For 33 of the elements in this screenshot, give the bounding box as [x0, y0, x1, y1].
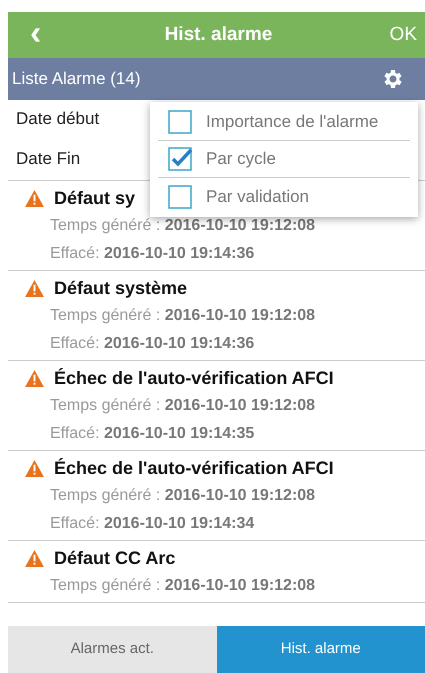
menu-option[interactable]: Par validation	[158, 178, 410, 215]
tab[interactable]: Alarmes act.	[8, 626, 216, 673]
filter-label[interactable]: Date début	[16, 109, 100, 128]
filter-label[interactable]: Date Fin	[16, 149, 80, 168]
checkbox[interactable]	[168, 184, 192, 208]
warning-icon	[25, 190, 44, 207]
alarm-title: Défaut système	[54, 277, 188, 300]
back-button[interactable]: ‹	[8, 16, 56, 54]
warning-icon	[25, 280, 44, 297]
alarm-detail: Effacé: 2016-10-10 19:14:36	[50, 245, 254, 262]
ok-button[interactable]: OK	[382, 20, 425, 50]
menu-option[interactable]: Importance de l'alarme	[158, 104, 410, 141]
alarm-title: Échec de l'auto-vérification AFCI	[54, 457, 334, 480]
screen-title: Hist. alarme	[164, 24, 272, 45]
warning-icon	[25, 460, 44, 477]
alarm-detail: Temps généré : 2016-10-10 19:12:08	[50, 307, 316, 324]
alarm-detail: Temps généré : 2016-10-10 19:12:08	[50, 397, 316, 414]
warning-icon	[25, 370, 44, 387]
alarm-detail: Temps généré : 2016-10-10 19:12:08	[50, 487, 316, 504]
checkbox[interactable]	[168, 110, 192, 134]
checkbox[interactable]	[168, 147, 192, 171]
list-title: Liste Alarme (14)	[12, 68, 140, 90]
alarm-title: Échec de l'auto-vérification AFCI	[54, 367, 334, 390]
alarm-title: Défaut CC Arc	[54, 547, 176, 570]
menu-option[interactable]: Par cycle	[158, 141, 410, 178]
alarm-detail: Temps généré : 2016-10-10 19:12:08	[50, 577, 316, 594]
alarm-detail: Effacé: 2016-10-10 19:14:34	[50, 515, 254, 532]
alarm-title: Défaut sy	[54, 187, 136, 210]
warning-icon	[25, 550, 44, 567]
tab[interactable]: Hist. alarme	[216, 626, 425, 673]
alarm-detail: Temps généré : 2016-10-10 19:12:08	[50, 217, 316, 234]
alarm-detail: Effacé: 2016-10-10 19:14:36	[50, 335, 254, 352]
alarm-detail: Effacé: 2016-10-10 19:14:35	[50, 425, 254, 442]
